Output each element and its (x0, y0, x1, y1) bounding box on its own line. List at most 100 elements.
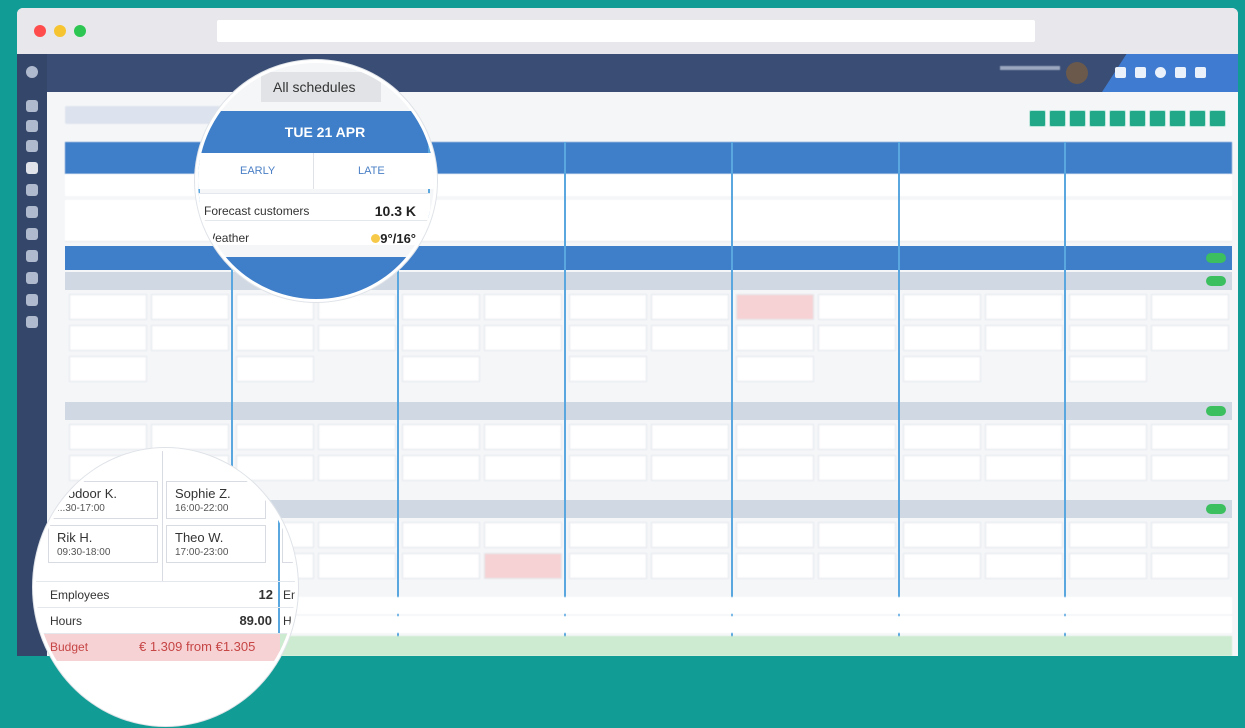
shift-cell[interactable] (984, 424, 1063, 450)
shift-early[interactable]: EARLY (240, 165, 275, 177)
shift-cell[interactable] (402, 553, 481, 579)
maximize-window-dot[interactable] (74, 25, 86, 37)
logout-icon[interactable] (1195, 67, 1206, 78)
shift-cell[interactable] (902, 325, 981, 351)
nav-icon-8[interactable] (26, 250, 38, 262)
tool-button-8[interactable] (1169, 110, 1186, 127)
shift-cell[interactable] (69, 424, 147, 450)
shift-cell[interactable] (69, 325, 147, 351)
shift-cell[interactable] (735, 424, 814, 450)
shift-cell[interactable] (484, 325, 563, 351)
shift-cell[interactable] (402, 356, 481, 382)
shift-cell[interactable] (817, 455, 896, 481)
shift-cell[interactable] (1151, 325, 1230, 351)
shift-cell[interactable] (235, 424, 314, 450)
shift-cell[interactable] (1069, 522, 1148, 548)
shift-cell[interactable] (317, 522, 396, 548)
role-toggle-1[interactable] (1206, 276, 1226, 286)
shift-cell[interactable] (735, 325, 814, 351)
shift-cell[interactable] (902, 294, 981, 320)
shift-cell[interactable] (817, 325, 896, 351)
shift-cell[interactable] (484, 522, 563, 548)
shift-cell[interactable] (902, 455, 981, 481)
shift-cell[interactable] (484, 294, 563, 320)
employee-cell[interactable]: Rik H. 09:30-18:00 (48, 525, 158, 563)
role-toggle-2[interactable] (1206, 406, 1226, 416)
shift-cell[interactable] (1151, 553, 1230, 579)
shift-cell[interactable] (902, 424, 981, 450)
minimize-window-dot[interactable] (54, 25, 66, 37)
shift-cell[interactable] (151, 424, 229, 450)
shift-cell[interactable] (651, 424, 730, 450)
shift-cell[interactable] (317, 325, 396, 351)
employee-cell[interactable]: ...odoor K. ...30-17:00 (48, 481, 158, 519)
nav-icon-7[interactable] (26, 228, 38, 240)
shift-cell[interactable] (402, 424, 481, 450)
shift-cell[interactable] (1151, 522, 1230, 548)
avatar[interactable] (1066, 62, 1088, 84)
employee-cell[interactable]: Sophie Z. 16:00-22:00 (166, 481, 266, 519)
nav-icon-10[interactable] (26, 294, 38, 306)
shift-cell[interactable] (1151, 424, 1230, 450)
shift-cell[interactable] (402, 455, 481, 481)
employee-cell[interactable]: Theo W. 17:00-23:00 (166, 525, 266, 563)
shift-cell[interactable] (817, 294, 896, 320)
nav-icon-1[interactable] (26, 100, 38, 112)
shift-cell[interactable] (569, 325, 648, 351)
user-icon[interactable] (1135, 67, 1146, 78)
nav-icon-2[interactable] (26, 120, 38, 132)
shift-cell[interactable] (569, 522, 648, 548)
shift-cell[interactable] (817, 424, 896, 450)
shift-cell[interactable] (569, 424, 648, 450)
tool-button-2[interactable] (1049, 110, 1066, 127)
shift-cell[interactable] (402, 522, 481, 548)
shift-cell[interactable] (484, 424, 563, 450)
shift-cell[interactable] (651, 455, 730, 481)
nav-icon-9[interactable] (26, 272, 38, 284)
shift-cell[interactable] (1069, 424, 1148, 450)
shift-cell[interactable] (735, 455, 814, 481)
shift-cell[interactable] (1151, 455, 1230, 481)
shift-cell[interactable] (569, 356, 648, 382)
shift-cell[interactable] (984, 522, 1063, 548)
nav-icon-3[interactable] (26, 140, 38, 152)
help-icon[interactable] (1175, 67, 1186, 78)
role-toggle-3[interactable] (1206, 504, 1226, 514)
shift-cell[interactable] (235, 356, 314, 382)
shift-cell[interactable] (235, 325, 314, 351)
shift-cell[interactable] (1151, 294, 1230, 320)
tool-button-10[interactable] (1209, 110, 1226, 127)
shift-cell[interactable] (984, 325, 1063, 351)
shift-cell[interactable] (151, 325, 229, 351)
shift-cell[interactable] (1069, 294, 1148, 320)
shift-cell[interactable] (984, 294, 1063, 320)
gear-icon[interactable] (1155, 67, 1166, 78)
tab-all-schedules[interactable]: All schedules (261, 72, 381, 102)
shift-cell[interactable] (69, 294, 147, 320)
shift-cell[interactable] (1069, 553, 1148, 579)
nav-icon-5[interactable] (26, 184, 38, 196)
shift-cell[interactable] (317, 424, 396, 450)
shift-cell[interactable] (1069, 356, 1148, 382)
shift-cell[interactable] (735, 294, 814, 320)
shift-cell[interactable] (484, 455, 563, 481)
shift-cell[interactable] (817, 553, 896, 579)
shift-cell[interactable] (569, 455, 648, 481)
shift-cell[interactable] (484, 553, 563, 579)
shift-cell[interactable] (69, 356, 147, 382)
nav-icon-schedule[interactable] (26, 162, 38, 174)
tool-button-7[interactable] (1149, 110, 1166, 127)
shift-cell[interactable] (735, 522, 814, 548)
mail-icon[interactable] (1115, 67, 1126, 78)
shift-cell[interactable] (402, 325, 481, 351)
user-name[interactable] (1000, 66, 1060, 70)
shift-cell[interactable] (902, 553, 981, 579)
shift-cell[interactable] (735, 356, 814, 382)
tool-button-6[interactable] (1129, 110, 1146, 127)
shift-cell[interactable] (317, 455, 396, 481)
shift-cell[interactable] (735, 553, 814, 579)
tool-button-3[interactable] (1069, 110, 1086, 127)
shift-cell[interactable] (817, 522, 896, 548)
address-bar[interactable] (217, 20, 1035, 42)
shift-cell[interactable] (651, 294, 730, 320)
